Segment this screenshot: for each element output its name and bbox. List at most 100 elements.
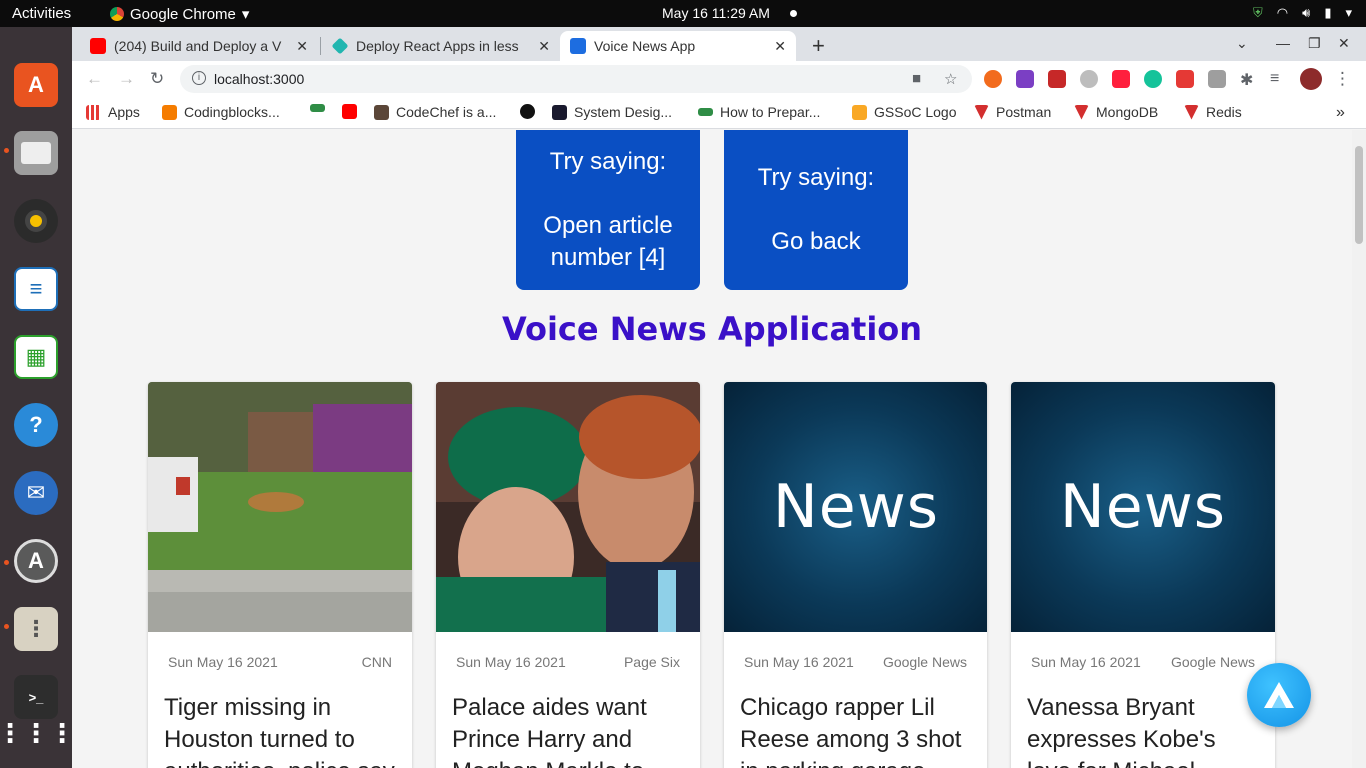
mongodb-icon — [1074, 104, 1089, 120]
bookmark-gssoc[interactable]: GSSoC Logo — [852, 104, 957, 120]
alan-icon — [570, 38, 586, 54]
extension-icon[interactable] — [1080, 70, 1098, 88]
address-bar[interactable]: i localhost:3000 ■ ☆ — [180, 65, 972, 93]
media-queue-icon[interactable]: ≡ — [1270, 70, 1288, 88]
rhythmbox-icon[interactable] — [14, 199, 58, 243]
thunderbird-icon[interactable]: ✉ — [14, 471, 58, 515]
bookmark-codechef[interactable]: CodeChef is a... — [374, 104, 496, 120]
tab-label: Voice News App — [594, 38, 696, 54]
stats-icon[interactable] — [1208, 70, 1226, 88]
forward-button[interactable]: → — [118, 69, 135, 89]
postman-icon — [974, 104, 989, 120]
article-date: Sun May 16 2021 — [168, 654, 278, 670]
system-tray[interactable]: ⛨ ◠ 🔊︎ ▮ ▾ — [1253, 5, 1352, 21]
close-icon[interactable]: ✕ — [774, 38, 786, 55]
page-viewport: Try saying: Open article number [4] Try … — [72, 130, 1352, 768]
bookmark-label: How to Prepar... — [720, 104, 821, 120]
bookmark-label: Postman — [996, 104, 1052, 120]
close-icon[interactable]: ✕ — [538, 38, 550, 55]
bookmark-apps[interactable]: Apps — [86, 104, 140, 120]
reload-button[interactable]: ↻ — [150, 69, 164, 89]
news-card[interactable]: News Sun May 16 2021 Google News Chicago… — [724, 382, 987, 768]
page-scrollbar[interactable] — [1352, 130, 1366, 768]
tab-search-icon[interactable]: ⌄ — [1236, 35, 1248, 52]
hint-heading: Try saying: — [757, 164, 875, 191]
bookmark-mongodb[interactable]: MongoDB — [1074, 104, 1158, 120]
tab-youtube[interactable]: (204) Build and Deploy a V ✕ — [80, 31, 318, 61]
news-card[interactable]: News Sun May 16 2021 Google News Vanessa… — [1011, 382, 1275, 768]
tab-voice-news[interactable]: Voice News App ✕ — [560, 31, 796, 61]
back-button[interactable]: ← — [86, 69, 103, 89]
notification-dot — [790, 10, 797, 17]
maximize-button[interactable]: ❐ — [1308, 35, 1321, 52]
bookmark-codingblocks[interactable]: Codingblocks... — [162, 104, 280, 120]
bookmark-redis[interactable]: Redis — [1184, 104, 1242, 120]
article-source: Google News — [1170, 654, 1255, 670]
app-menu[interactable]: Google Chrome ▾ — [110, 5, 249, 23]
article-headline: Vanessa Bryant expresses Kobe's love for… — [1027, 694, 1216, 768]
extension-icon[interactable] — [1176, 70, 1194, 88]
hint-heading: Try saying: — [549, 148, 667, 175]
extension-icon[interactable] — [1016, 70, 1034, 88]
news-card[interactable]: Sun May 16 2021 Page Six Palace aides wa… — [436, 382, 700, 768]
bookmark-youtube[interactable] — [342, 104, 364, 119]
running-indicator — [4, 624, 9, 629]
extension-icon[interactable] — [984, 70, 1002, 88]
alan-logo-icon — [1264, 682, 1294, 708]
article-image — [148, 382, 412, 632]
url-text: localhost:3000 — [214, 71, 305, 87]
grammarly-icon[interactable] — [1144, 70, 1162, 88]
writer-icon[interactable]: ≡ — [14, 267, 58, 311]
bookmark-geeksforgeeks[interactable] — [310, 104, 332, 112]
site-info-icon[interactable]: i — [192, 71, 206, 85]
show-apps-icon[interactable]: ⋮⋮⋮ — [0, 711, 75, 755]
window-close-button[interactable]: ✕ — [1338, 35, 1350, 52]
article-meta: Sun May 16 2021 Page Six — [456, 654, 680, 670]
tab-netlify[interactable]: Deploy React Apps in less ✕ — [322, 31, 560, 61]
bookmark-postman[interactable]: Postman — [974, 104, 1051, 120]
scrollbar-thumb[interactable] — [1355, 146, 1363, 244]
activities-button[interactable]: Activities — [12, 5, 71, 22]
geeksforgeeks-icon — [310, 104, 325, 112]
tab-separator — [320, 37, 321, 55]
software-updater-icon[interactable]: A — [14, 539, 58, 583]
bookmark-label: Redis — [1206, 104, 1242, 120]
bookmark-star-icon[interactable]: ☆ — [944, 70, 957, 88]
netlify-icon — [331, 37, 349, 55]
close-icon[interactable]: ✕ — [296, 38, 308, 55]
article-meta: Sun May 16 2021 CNN — [168, 654, 392, 670]
bookmarks-overflow-icon[interactable]: » — [1336, 104, 1345, 122]
tab-label: (204) Build and Deploy a V — [114, 38, 282, 54]
hint-command: Open article number [4] — [543, 212, 673, 271]
bookmark-how-to-prepare[interactable]: How to Prepar... — [698, 104, 820, 120]
wifi-icon: ◠ — [1276, 5, 1289, 20]
geeksforgeeks-icon — [698, 108, 713, 116]
bookmark-github[interactable] — [520, 104, 542, 119]
clock[interactable]: May 16 11:29 AM — [662, 5, 770, 21]
system-top-bar: Activities Google Chrome ▾ May 16 11:29 … — [0, 0, 1366, 27]
files-icon[interactable] — [14, 131, 58, 175]
minimize-button[interactable]: — — [1276, 35, 1290, 51]
archive-icon[interactable]: ⋮ — [14, 607, 58, 651]
apps-grid-icon — [86, 104, 101, 120]
article-source: CNN — [361, 654, 392, 670]
ubuntu-software-icon[interactable]: A — [14, 63, 58, 107]
redis-icon — [1184, 104, 1199, 120]
bookmark-label: CodeChef is a... — [396, 104, 497, 120]
news-card[interactable]: Sun May 16 2021 CNN Tiger missing in Hou… — [148, 382, 412, 768]
article-date: Sun May 16 2021 — [456, 654, 566, 670]
extension-icon[interactable] — [1048, 70, 1066, 88]
camera-icon[interactable]: ■ — [912, 70, 921, 87]
bookmark-system-design[interactable]: System Desig... — [552, 104, 672, 120]
bookmark-label: MongoDB — [1096, 104, 1159, 120]
avatar[interactable] — [1300, 68, 1322, 90]
page-title: Voice News Application — [501, 310, 923, 348]
alan-voice-button[interactable] — [1247, 663, 1311, 727]
extension-icon[interactable] — [1112, 70, 1130, 88]
new-tab-button[interactable]: + — [812, 33, 825, 59]
puzzle-icon[interactable]: ✱ — [1240, 70, 1258, 89]
battery-icon: ▮ — [1324, 5, 1332, 20]
help-icon[interactable]: ? — [14, 403, 58, 447]
chrome-menu-icon[interactable]: ⋮ — [1334, 69, 1351, 89]
calc-icon[interactable]: ▦ — [14, 335, 58, 379]
